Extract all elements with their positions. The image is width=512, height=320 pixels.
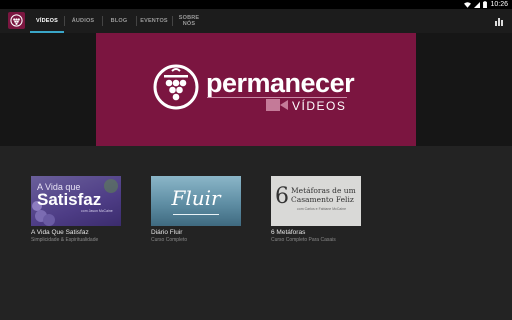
- thumb-credit: com Carlos e Fabiane McCaine: [297, 207, 347, 211]
- card-title: Diário Fluir: [151, 229, 183, 236]
- thumb-line1: Metáforas de um: [291, 186, 356, 195]
- status-icons: 10:26: [464, 0, 508, 9]
- thumb-number: 6: [275, 184, 289, 209]
- brand-logo-icon: [153, 64, 199, 110]
- app-bar: VÍDEOS ÁUDIOS BLOG EVENTOS SOBRE NÓS: [0, 9, 512, 33]
- grapes-logo-icon: [10, 14, 23, 27]
- wifi-icon: [464, 1, 472, 8]
- thumb-script-text: Fluir: [171, 186, 221, 210]
- battery-icon: [483, 1, 488, 8]
- card-subtitle: Curso Completo: [151, 237, 188, 243]
- video-thumbnail[interactable]: Fluir: [151, 176, 241, 226]
- video-thumbnail[interactable]: 6 Metáforas de um Casamento Feliz com Ca…: [271, 176, 361, 226]
- tab-blog[interactable]: BLOG: [102, 9, 136, 33]
- thumb-credit: com Jason McCaine: [81, 209, 113, 213]
- thumb-line2: Satisfaz: [37, 190, 102, 209]
- video-card[interactable]: Fluir Diário Fluir Curso Completo: [151, 176, 241, 243]
- tab-videos[interactable]: VÍDEOS: [30, 9, 64, 33]
- video-card[interactable]: 6 Metáforas de um Casamento Feliz com Ca…: [271, 176, 361, 243]
- tab-eventos[interactable]: EVENTOS: [136, 9, 172, 33]
- thumb-underline: [173, 214, 219, 215]
- video-card[interactable]: A Vida que Satisfaz com Jason McCaine A …: [31, 176, 121, 243]
- thumb-line2: Casamento Feliz: [291, 195, 354, 204]
- tab-audios[interactable]: ÁUDIOS: [64, 9, 102, 33]
- card-title: 6 Metáforas: [271, 229, 306, 236]
- card-subtitle: Curso Completo Para Casais: [271, 237, 336, 243]
- signal-icon: [474, 1, 481, 8]
- brand-name: permanecer: [206, 68, 355, 98]
- status-bar: 10:26: [0, 0, 512, 9]
- brand-underline: [207, 97, 347, 98]
- tab-sobre-nos[interactable]: SOBRE NÓS: [172, 9, 206, 33]
- main-tabs: VÍDEOS ÁUDIOS BLOG EVENTOS SOBRE NÓS: [30, 9, 206, 33]
- chart-icon[interactable]: [494, 16, 504, 26]
- card-title: A Vida Que Satisfaz: [31, 229, 89, 236]
- video-camera-icon: [266, 99, 288, 111]
- app-logo[interactable]: [8, 12, 25, 29]
- section-label: VÍDEOS: [292, 99, 347, 113]
- hero-banner[interactable]: permanecer VÍDEOS: [96, 33, 416, 146]
- card-subtitle: Simplicidade & Espiritualidade: [31, 237, 99, 243]
- status-time: 10:26: [490, 1, 508, 8]
- video-thumbnail[interactable]: A Vida que Satisfaz com Jason McCaine: [31, 176, 121, 226]
